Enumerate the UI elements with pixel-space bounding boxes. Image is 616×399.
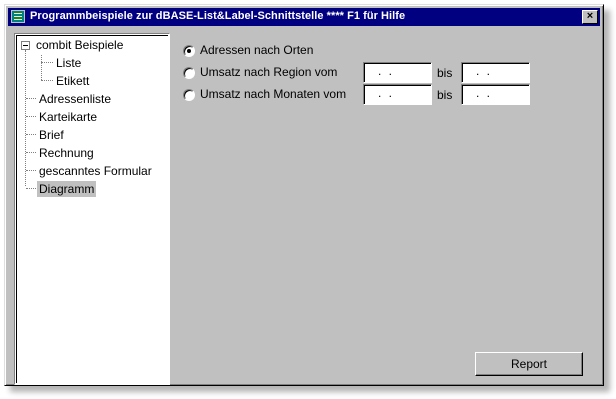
tree-line bbox=[41, 80, 53, 81]
app-icon bbox=[11, 10, 25, 23]
close-button[interactable]: × bbox=[582, 10, 598, 24]
radio-umsatz-nach-monaten[interactable] bbox=[183, 89, 195, 101]
tree-line bbox=[26, 188, 36, 189]
report-button[interactable]: Report bbox=[475, 352, 583, 376]
title-bar[interactable]: Programmbeispiele zur dBASE-List&Label-S… bbox=[8, 8, 600, 26]
tree-item-diagramm[interactable]: Diagramm bbox=[37, 181, 97, 197]
monaten-from-date-field[interactable]: . . bbox=[363, 84, 432, 105]
radio-umsatz-nach-region[interactable] bbox=[183, 67, 195, 79]
main-window: Programmbeispiele zur dBASE-List&Label-S… bbox=[4, 4, 604, 386]
tree-item-brief[interactable]: Brief bbox=[37, 127, 66, 143]
option-label: Umsatz nach Region vom bbox=[200, 65, 338, 79]
tree-line bbox=[41, 62, 53, 63]
region-bis-label: bis bbox=[437, 66, 453, 80]
monaten-bis-label: bis bbox=[437, 88, 453, 102]
option-label: Umsatz nach Monaten vom bbox=[200, 87, 347, 101]
tree-line bbox=[26, 134, 36, 135]
tree-inner: combit Beispiele Liste Etikett Adressenl… bbox=[16, 35, 168, 383]
option-label: Adressen nach Orten bbox=[200, 43, 314, 57]
tree-item-karteikarte[interactable]: Karteikarte bbox=[37, 109, 99, 125]
monaten-to-date-field[interactable]: . . bbox=[461, 84, 530, 105]
tree-line bbox=[26, 116, 36, 117]
tree-line bbox=[25, 50, 26, 186]
tree-item-gescanntes-formular[interactable]: gescanntes Formular bbox=[37, 163, 154, 179]
tree-item-combit-beispiele[interactable]: combit Beispiele bbox=[34, 37, 125, 53]
tree-line bbox=[41, 55, 42, 80]
tree-line bbox=[26, 152, 36, 153]
tree-item-adressenliste[interactable]: Adressenliste bbox=[37, 91, 113, 107]
window-title: Programmbeispiele zur dBASE-List&Label-S… bbox=[30, 10, 406, 22]
tree-item-rechnung[interactable]: Rechnung bbox=[37, 145, 96, 161]
region-to-date-field[interactable]: . . bbox=[461, 62, 530, 83]
example-tree[interactable]: combit Beispiele Liste Etikett Adressenl… bbox=[14, 33, 170, 385]
tree-line bbox=[26, 170, 36, 171]
tree-item-liste[interactable]: Liste bbox=[54, 55, 83, 71]
radio-adressen-nach-orten[interactable] bbox=[183, 45, 195, 57]
tree-item-etikett[interactable]: Etikett bbox=[54, 73, 91, 89]
tree-line bbox=[26, 98, 36, 99]
tree-collapse-icon[interactable] bbox=[21, 41, 30, 50]
region-from-date-field[interactable]: . . bbox=[363, 62, 432, 83]
